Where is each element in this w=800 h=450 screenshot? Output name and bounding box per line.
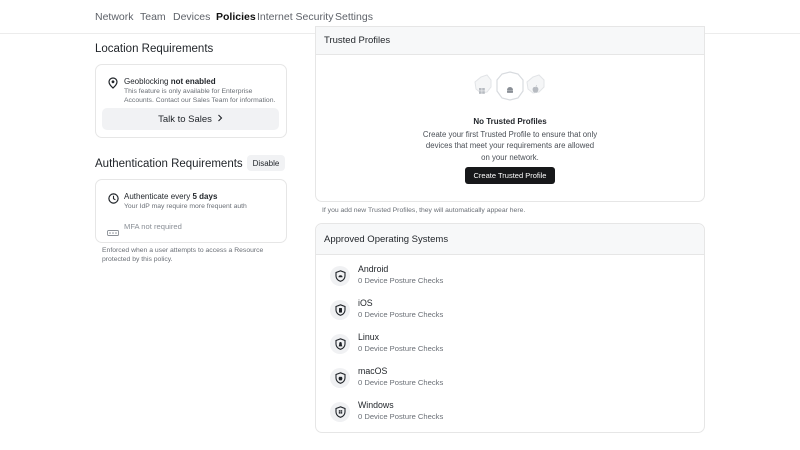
talk-to-sales-button[interactable]: Talk to Sales bbox=[102, 108, 279, 130]
os-row-linux[interactable]: Linux 0 Device Posture Checks bbox=[330, 332, 690, 358]
shield-icon bbox=[330, 402, 350, 422]
approved-os-header: Approved Operating Systems bbox=[316, 224, 704, 255]
disable-button[interactable]: Disable bbox=[247, 155, 285, 171]
os-row-ios[interactable]: iOS 0 Device Posture Checks bbox=[330, 298, 690, 324]
os-row-android[interactable]: Android 0 Device Posture Checks bbox=[330, 264, 690, 290]
footer-note-line: Enforced when a user attempts to access … bbox=[102, 247, 264, 254]
tab-team[interactable]: Team bbox=[140, 11, 166, 23]
authenticate-every-value: 5 days bbox=[192, 192, 218, 201]
os-checks: 0 Device Posture Checks bbox=[358, 276, 444, 285]
tab-settings[interactable]: Settings bbox=[335, 11, 373, 23]
chevron-right-icon bbox=[217, 114, 223, 125]
approved-os-title: Approved Operating Systems bbox=[324, 234, 449, 245]
empty-desc-line: on your network. bbox=[481, 152, 539, 162]
mfa-status: MFA not required bbox=[124, 222, 182, 231]
talk-to-sales-label: Talk to Sales bbox=[158, 113, 212, 125]
tab-devices[interactable]: Devices bbox=[173, 11, 210, 23]
apple-icon bbox=[532, 80, 539, 98]
os-name: Android bbox=[358, 264, 389, 274]
tab-network[interactable]: Network bbox=[95, 11, 134, 23]
os-checks: 0 Device Posture Checks bbox=[358, 412, 444, 421]
geoblocking-label: Geoblocking bbox=[124, 77, 169, 86]
location-pin-icon bbox=[108, 76, 118, 94]
trusted-profiles-panel: Trusted Profiles No Trusted Profiles Cre… bbox=[315, 26, 705, 202]
os-checks: 0 Device Posture Checks bbox=[358, 344, 444, 353]
location-card: Geoblocking not enabled This feature is … bbox=[95, 64, 287, 138]
geoblocking-value: not enabled bbox=[170, 77, 216, 86]
no-trusted-profiles-title: No Trusted Profiles bbox=[473, 117, 547, 126]
os-row-macos[interactable]: macOS 0 Device Posture Checks bbox=[330, 366, 690, 392]
os-name: macOS bbox=[358, 366, 388, 376]
trusted-profiles-illustration bbox=[471, 71, 549, 103]
trusted-profiles-title: Trusted Profiles bbox=[324, 35, 391, 46]
empty-desc-line: devices that meet your requirements are … bbox=[425, 141, 595, 151]
trusted-profiles-hint: If you add new Trusted Profiles, they wi… bbox=[322, 207, 526, 214]
idp-note: Your IdP may require more frequent auth bbox=[124, 203, 247, 210]
clock-icon bbox=[108, 191, 119, 209]
footer-note-line: protected by this policy. bbox=[102, 255, 173, 263]
shield-icon bbox=[330, 266, 350, 286]
tab-policies[interactable]: Policies bbox=[216, 11, 256, 23]
tab-internet-security[interactable]: Internet Security bbox=[257, 11, 333, 23]
trusted-profiles-header: Trusted Profiles bbox=[316, 27, 704, 55]
authentication-footer-note: Enforced when a user attempts to access … bbox=[102, 247, 292, 264]
shield-icon bbox=[330, 368, 350, 388]
os-checks: 0 Device Posture Checks bbox=[358, 378, 444, 387]
shield-icon bbox=[330, 300, 350, 320]
authenticate-every: Authenticate every 5 days bbox=[124, 192, 217, 201]
os-checks: 0 Device Posture Checks bbox=[358, 310, 444, 319]
empty-desc-line: Create your first Trusted Profile to ens… bbox=[422, 130, 598, 139]
android-icon bbox=[505, 81, 515, 99]
os-name: Windows bbox=[358, 400, 394, 410]
authentication-requirements-title: Authentication Requirements bbox=[95, 158, 243, 170]
authentication-card: Authenticate every 5 days Your IdP may r… bbox=[95, 179, 287, 243]
create-trusted-profile-button[interactable]: Create Trusted Profile bbox=[465, 167, 555, 184]
keypad-icon bbox=[107, 223, 119, 241]
os-name: Linux bbox=[358, 332, 380, 342]
no-trusted-profiles-description: Create your first Trusted Profile to ens… bbox=[316, 129, 704, 163]
authenticate-every-label: Authenticate every bbox=[124, 192, 191, 201]
approved-os-panel: Approved Operating Systems Android 0 Dev… bbox=[315, 223, 705, 433]
windows-icon bbox=[479, 81, 485, 99]
os-name: iOS bbox=[358, 298, 373, 308]
geoblocking-desc-line: Accounts. Contact our Sales Team for inf… bbox=[124, 96, 276, 104]
geoblocking-desc-line: This feature is only available for Enter… bbox=[124, 88, 253, 95]
os-row-windows[interactable]: Windows 0 Device Posture Checks bbox=[330, 400, 690, 426]
location-requirements-title: Location Requirements bbox=[95, 43, 214, 55]
shield-icon bbox=[330, 334, 350, 354]
geoblocking-description: This feature is only available for Enter… bbox=[124, 88, 284, 105]
geoblocking-status: Geoblocking not enabled bbox=[124, 77, 216, 86]
